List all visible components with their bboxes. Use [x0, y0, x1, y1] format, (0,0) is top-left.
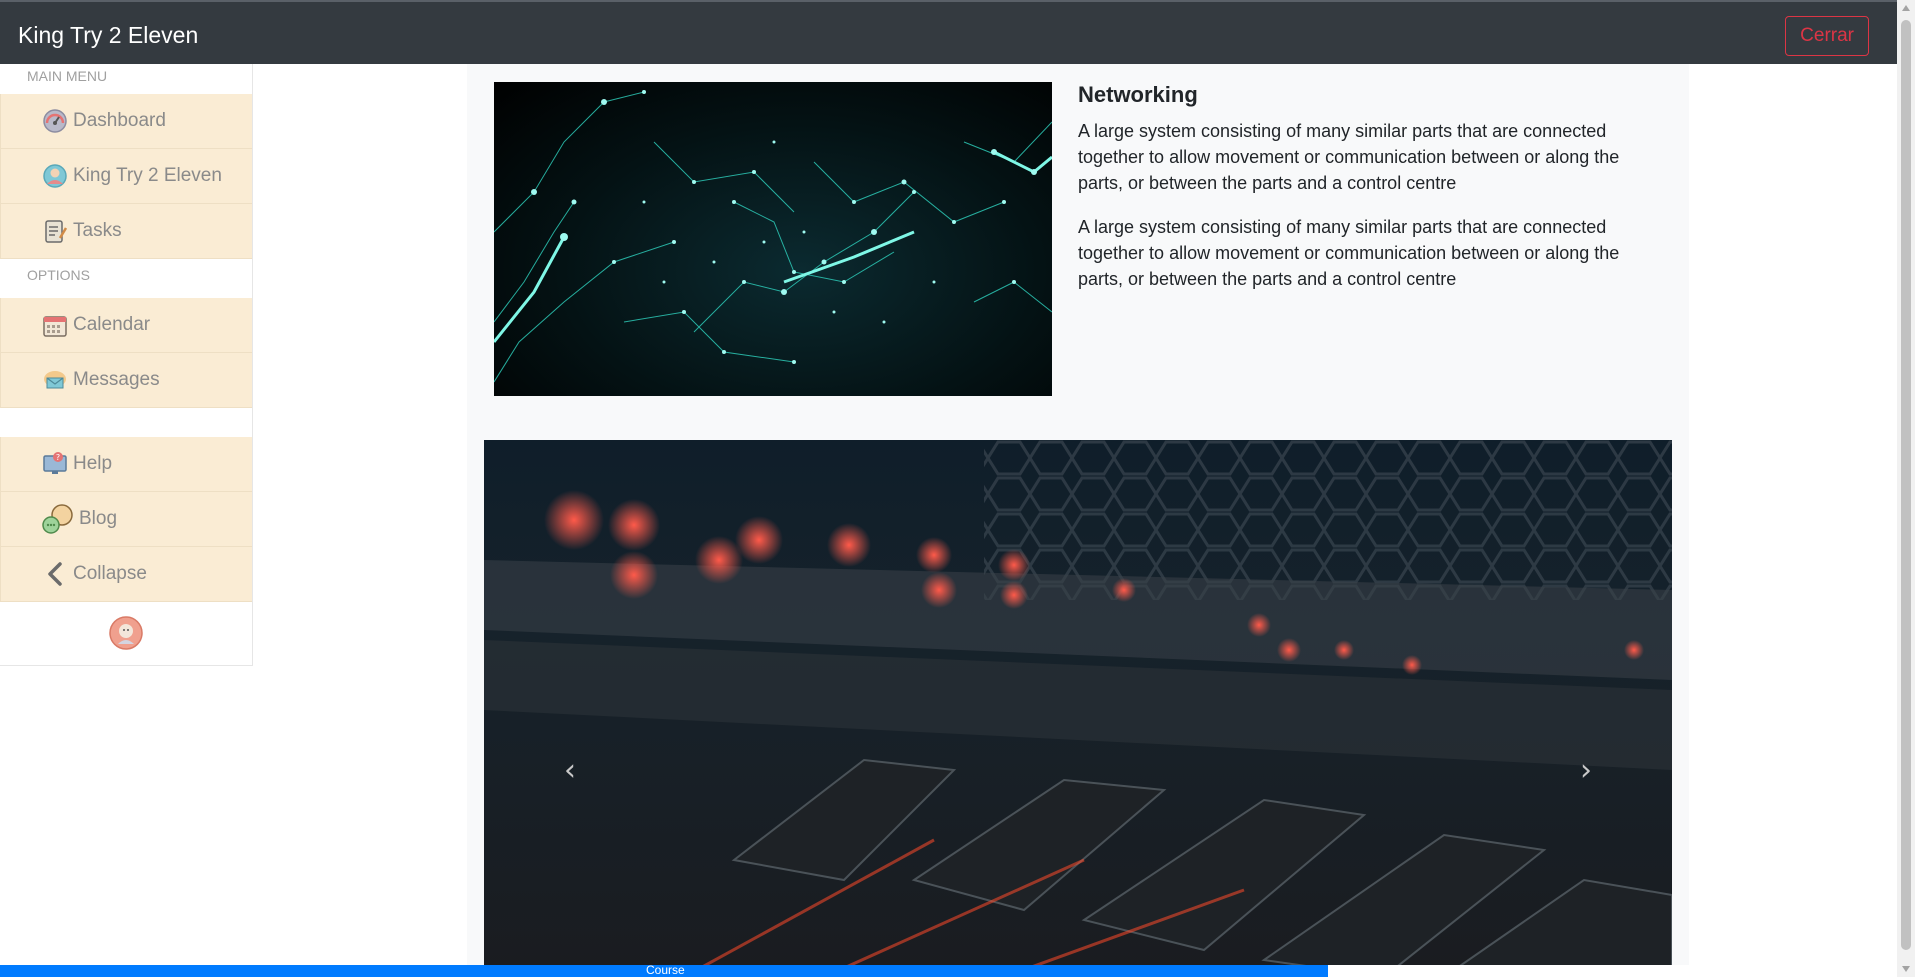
app-title[interactable]: King Try 2 Eleven	[18, 22, 198, 49]
sidebar-item-blog[interactable]: Blog	[0, 492, 252, 547]
scroll-up-icon[interactable]	[1902, 5, 1910, 11]
paragraph: A large system consisting of many simila…	[1078, 121, 1620, 193]
sidebar-item-calendar[interactable]: Calendar	[0, 298, 252, 353]
main-menu-label: MAIN MENU	[27, 68, 108, 84]
sidebar-item-messages[interactable]: Messages	[0, 353, 252, 408]
scroll-down-icon[interactable]	[1902, 966, 1910, 972]
sidebar: MAIN MENU Dashboard King Try 2 Eleven Ta…	[0, 64, 253, 666]
clipboard-icon	[41, 217, 69, 245]
svg-text:?: ?	[56, 453, 60, 462]
networking-image	[494, 82, 1052, 396]
image-carousel: ‹ ›	[484, 440, 1672, 977]
close-button[interactable]: Cerrar	[1785, 16, 1869, 56]
progress-label: Course	[646, 963, 685, 977]
network-cables-image	[484, 440, 1672, 977]
sidebar-item-label: Dashboard	[73, 110, 166, 131]
scrollbar-thumb[interactable]	[1901, 20, 1911, 950]
sidebar-item-collapse[interactable]: Collapse	[0, 547, 252, 602]
sidebar-item-label: King Try 2 Eleven	[73, 165, 222, 186]
carousel-prev-button[interactable]: ‹	[550, 750, 590, 790]
sidebar-item-label: Tasks	[73, 220, 122, 241]
sidebar-item-label: Calendar	[73, 314, 151, 335]
section-title: Networking	[1078, 82, 1198, 107]
networking-text: Networking A large system consisting of …	[1078, 82, 1638, 310]
user-avatar-icon[interactable]	[109, 615, 143, 655]
sidebar-item-dashboard[interactable]: Dashboard	[0, 94, 252, 149]
chevron-right-icon: ›	[1580, 752, 1592, 788]
main-content: Networking A large system consisting of …	[467, 64, 1689, 977]
page-scrollbar[interactable]	[1897, 0, 1915, 977]
chat-bubbles-icon	[41, 502, 75, 536]
sidebar-item-label: Collapse	[73, 563, 147, 584]
help-monitor-icon: ?	[41, 450, 69, 478]
sidebar-item-label: Messages	[73, 369, 160, 390]
carousel-next-button[interactable]: ›	[1566, 750, 1606, 790]
calendar-icon	[41, 311, 69, 339]
user-avatar-icon	[41, 162, 69, 190]
top-navbar: King Try 2 Eleven Cerrar	[0, 0, 1897, 64]
paragraph: A large system consisting of many simila…	[1078, 217, 1620, 289]
course-progress-bar: Course	[0, 963, 1897, 977]
sidebar-item-label: Blog	[79, 508, 118, 529]
sidebar-item-label: Help	[73, 453, 113, 474]
dashboard-icon	[41, 107, 69, 135]
chevron-left-icon: ‹	[564, 752, 576, 788]
sidebar-item-help[interactable]: ? Help	[0, 437, 252, 492]
sidebar-footer	[0, 602, 252, 668]
chevron-left-icon	[41, 560, 69, 588]
sidebar-item-profile[interactable]: King Try 2 Eleven	[0, 149, 252, 204]
options-label: OPTIONS	[27, 267, 91, 283]
mail-icon	[41, 366, 69, 394]
sidebar-item-tasks[interactable]: Tasks	[0, 204, 252, 259]
